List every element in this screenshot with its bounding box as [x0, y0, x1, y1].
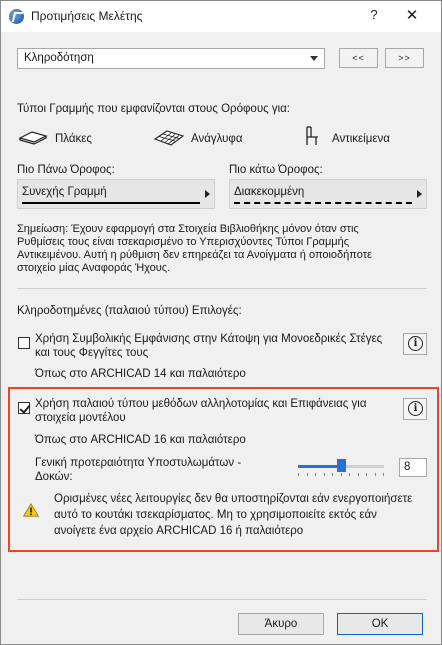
dashed-line-preview — [234, 202, 412, 204]
legacy-warning-text: Ορισμένες νέες λειτουργίες δεν θα υποστη… — [54, 493, 413, 537]
preferences-dialog: Προτιμήσεις Μελέτης ? ✕ Κληροδότηση << >… — [0, 0, 442, 645]
slider-tick — [332, 473, 333, 476]
slider-tick — [298, 473, 299, 476]
info-icon: i — [408, 401, 423, 416]
ok-button[interactable]: OK — [337, 613, 423, 635]
legacy-intersection-info-button[interactable]: i — [403, 398, 427, 420]
page-selector-value: Κληροδότηση — [24, 52, 94, 64]
slider-tick — [315, 473, 316, 476]
symbolic-roof-version-note: Όπως στο ARCHICAD 14 και παλαιότερο — [35, 368, 246, 380]
line-types-note: Σημείωση: Έχουν εφαρμογή στα Στοιχεία Βι… — [17, 223, 372, 274]
priority-slider-thumb[interactable] — [337, 459, 346, 472]
above-floor-label: Πιο Πάνω Όροφος: — [17, 164, 115, 176]
triangle-right-icon — [205, 190, 210, 198]
slider-tick — [375, 473, 376, 476]
window-title: Προτιμήσεις Μελέτης — [31, 9, 143, 23]
legacy-intersection-checkbox[interactable] — [18, 402, 30, 414]
slab-label: Πλάκες — [55, 133, 92, 145]
above-floor-line-type-value: Συνεχής Γραμμή — [22, 186, 107, 198]
previous-page-button[interactable]: << — [339, 48, 378, 68]
slider-tick — [349, 473, 350, 476]
solid-line-preview — [22, 202, 200, 204]
object-icon — [306, 126, 318, 145]
symbolic-roof-info-button[interactable]: i — [403, 333, 427, 355]
slab-icon — [18, 131, 48, 145]
priority-value-input[interactable]: 8 — [399, 458, 427, 477]
info-icon: i — [408, 336, 423, 351]
symbolic-roof-display-label: Χρήση Συμβολικής Εμφάνισης στην Κάτοψη γ… — [35, 333, 383, 359]
below-floor-line-type-picker[interactable]: Διακεκομμένη — [229, 179, 427, 209]
below-floor-label: Πιο κάτω Όροφος: — [229, 164, 323, 176]
warning-icon — [23, 503, 39, 517]
slider-tick — [366, 473, 367, 476]
above-floor-line-type-picker[interactable]: Συνεχής Γραμμή — [17, 179, 215, 209]
chevron-down-icon — [310, 56, 318, 61]
priority-slider-ticks — [298, 473, 384, 477]
slider-tick — [324, 473, 325, 476]
triangle-right-icon — [417, 190, 422, 198]
legacy-intersection-version-note: Όπως στο ARCHICAD 16 και παλαιότερο — [35, 434, 246, 446]
cancel-button[interactable]: Άκυρο — [238, 613, 324, 635]
symbolic-roof-display-checkbox[interactable] — [18, 337, 30, 349]
page-selector-dropdown[interactable]: Κληροδότηση — [17, 48, 325, 69]
mesh-icon — [153, 130, 185, 146]
legacy-intersection-label: Χρήση παλαιού τύπου μεθόδων αλληλοτομίας… — [35, 398, 367, 424]
object-label: Αντικείμενα — [332, 133, 390, 145]
title-bar: Προτιμήσεις Μελέτης ? ✕ — [1, 1, 441, 32]
help-button[interactable]: ? — [365, 7, 383, 25]
close-button[interactable]: ✕ — [401, 6, 423, 26]
archicad-app-icon — [9, 9, 24, 24]
divider — [17, 599, 427, 600]
next-page-button[interactable]: >> — [385, 48, 424, 68]
column-beam-priority-label: Γενική προτεραιότητα Υποστυλωμάτων - Δοκ… — [35, 457, 242, 483]
slider-tick — [307, 473, 308, 476]
divider — [17, 288, 427, 289]
legacy-options-heading: Κληροδοτημένες (παλαιού τύπου) Επιλογές: — [17, 305, 242, 317]
mesh-label: Ανάγλυφα — [191, 133, 243, 145]
slider-tick — [358, 473, 359, 476]
slider-tick — [383, 473, 384, 476]
slider-tick — [341, 473, 342, 476]
below-floor-line-type-value: Διακεκομμένη — [234, 186, 305, 198]
line-types-heading: Τύποι Γραμμής που εμφανίζονται στους Ορό… — [17, 103, 290, 115]
priority-slider-fill — [298, 465, 341, 468]
